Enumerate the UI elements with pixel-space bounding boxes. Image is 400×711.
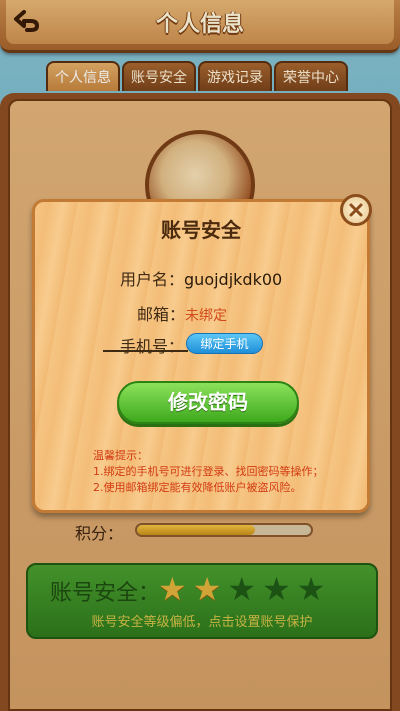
modal-title: 账号安全 (161, 218, 241, 242)
username-label: 用户名： (120, 270, 185, 289)
email-label: 邮箱： (137, 305, 186, 324)
tip-line-1: 1.绑定的手机号可进行登录、找回密码等操作； (93, 465, 324, 478)
phone-underline (103, 350, 188, 352)
tips-title: 温馨提示： (93, 449, 148, 462)
phone-label: 手机号： (120, 337, 185, 356)
email-value[interactable]: 未绑定 (185, 308, 227, 324)
phone-row: 手机号： (120, 333, 184, 357)
username-row: 用户名：guojdjkdk00 (120, 266, 282, 290)
bind-phone-button[interactable]: 绑定手机 (186, 333, 263, 354)
close-icon (349, 203, 363, 217)
tip-line-2: 2.使用邮箱绑定能有效降低账户被盗风险。 (93, 481, 302, 494)
change-password-button[interactable]: 修改密码 (117, 381, 299, 424)
email-row: 邮箱：未绑定 (137, 301, 227, 325)
username-value: guojdjkdk00 (184, 270, 283, 289)
tips-block: 温馨提示： 1.绑定的手机号可进行登录、找回密码等操作； 2.使用邮箱绑定能有效… (93, 448, 353, 496)
close-button[interactable] (340, 194, 372, 226)
